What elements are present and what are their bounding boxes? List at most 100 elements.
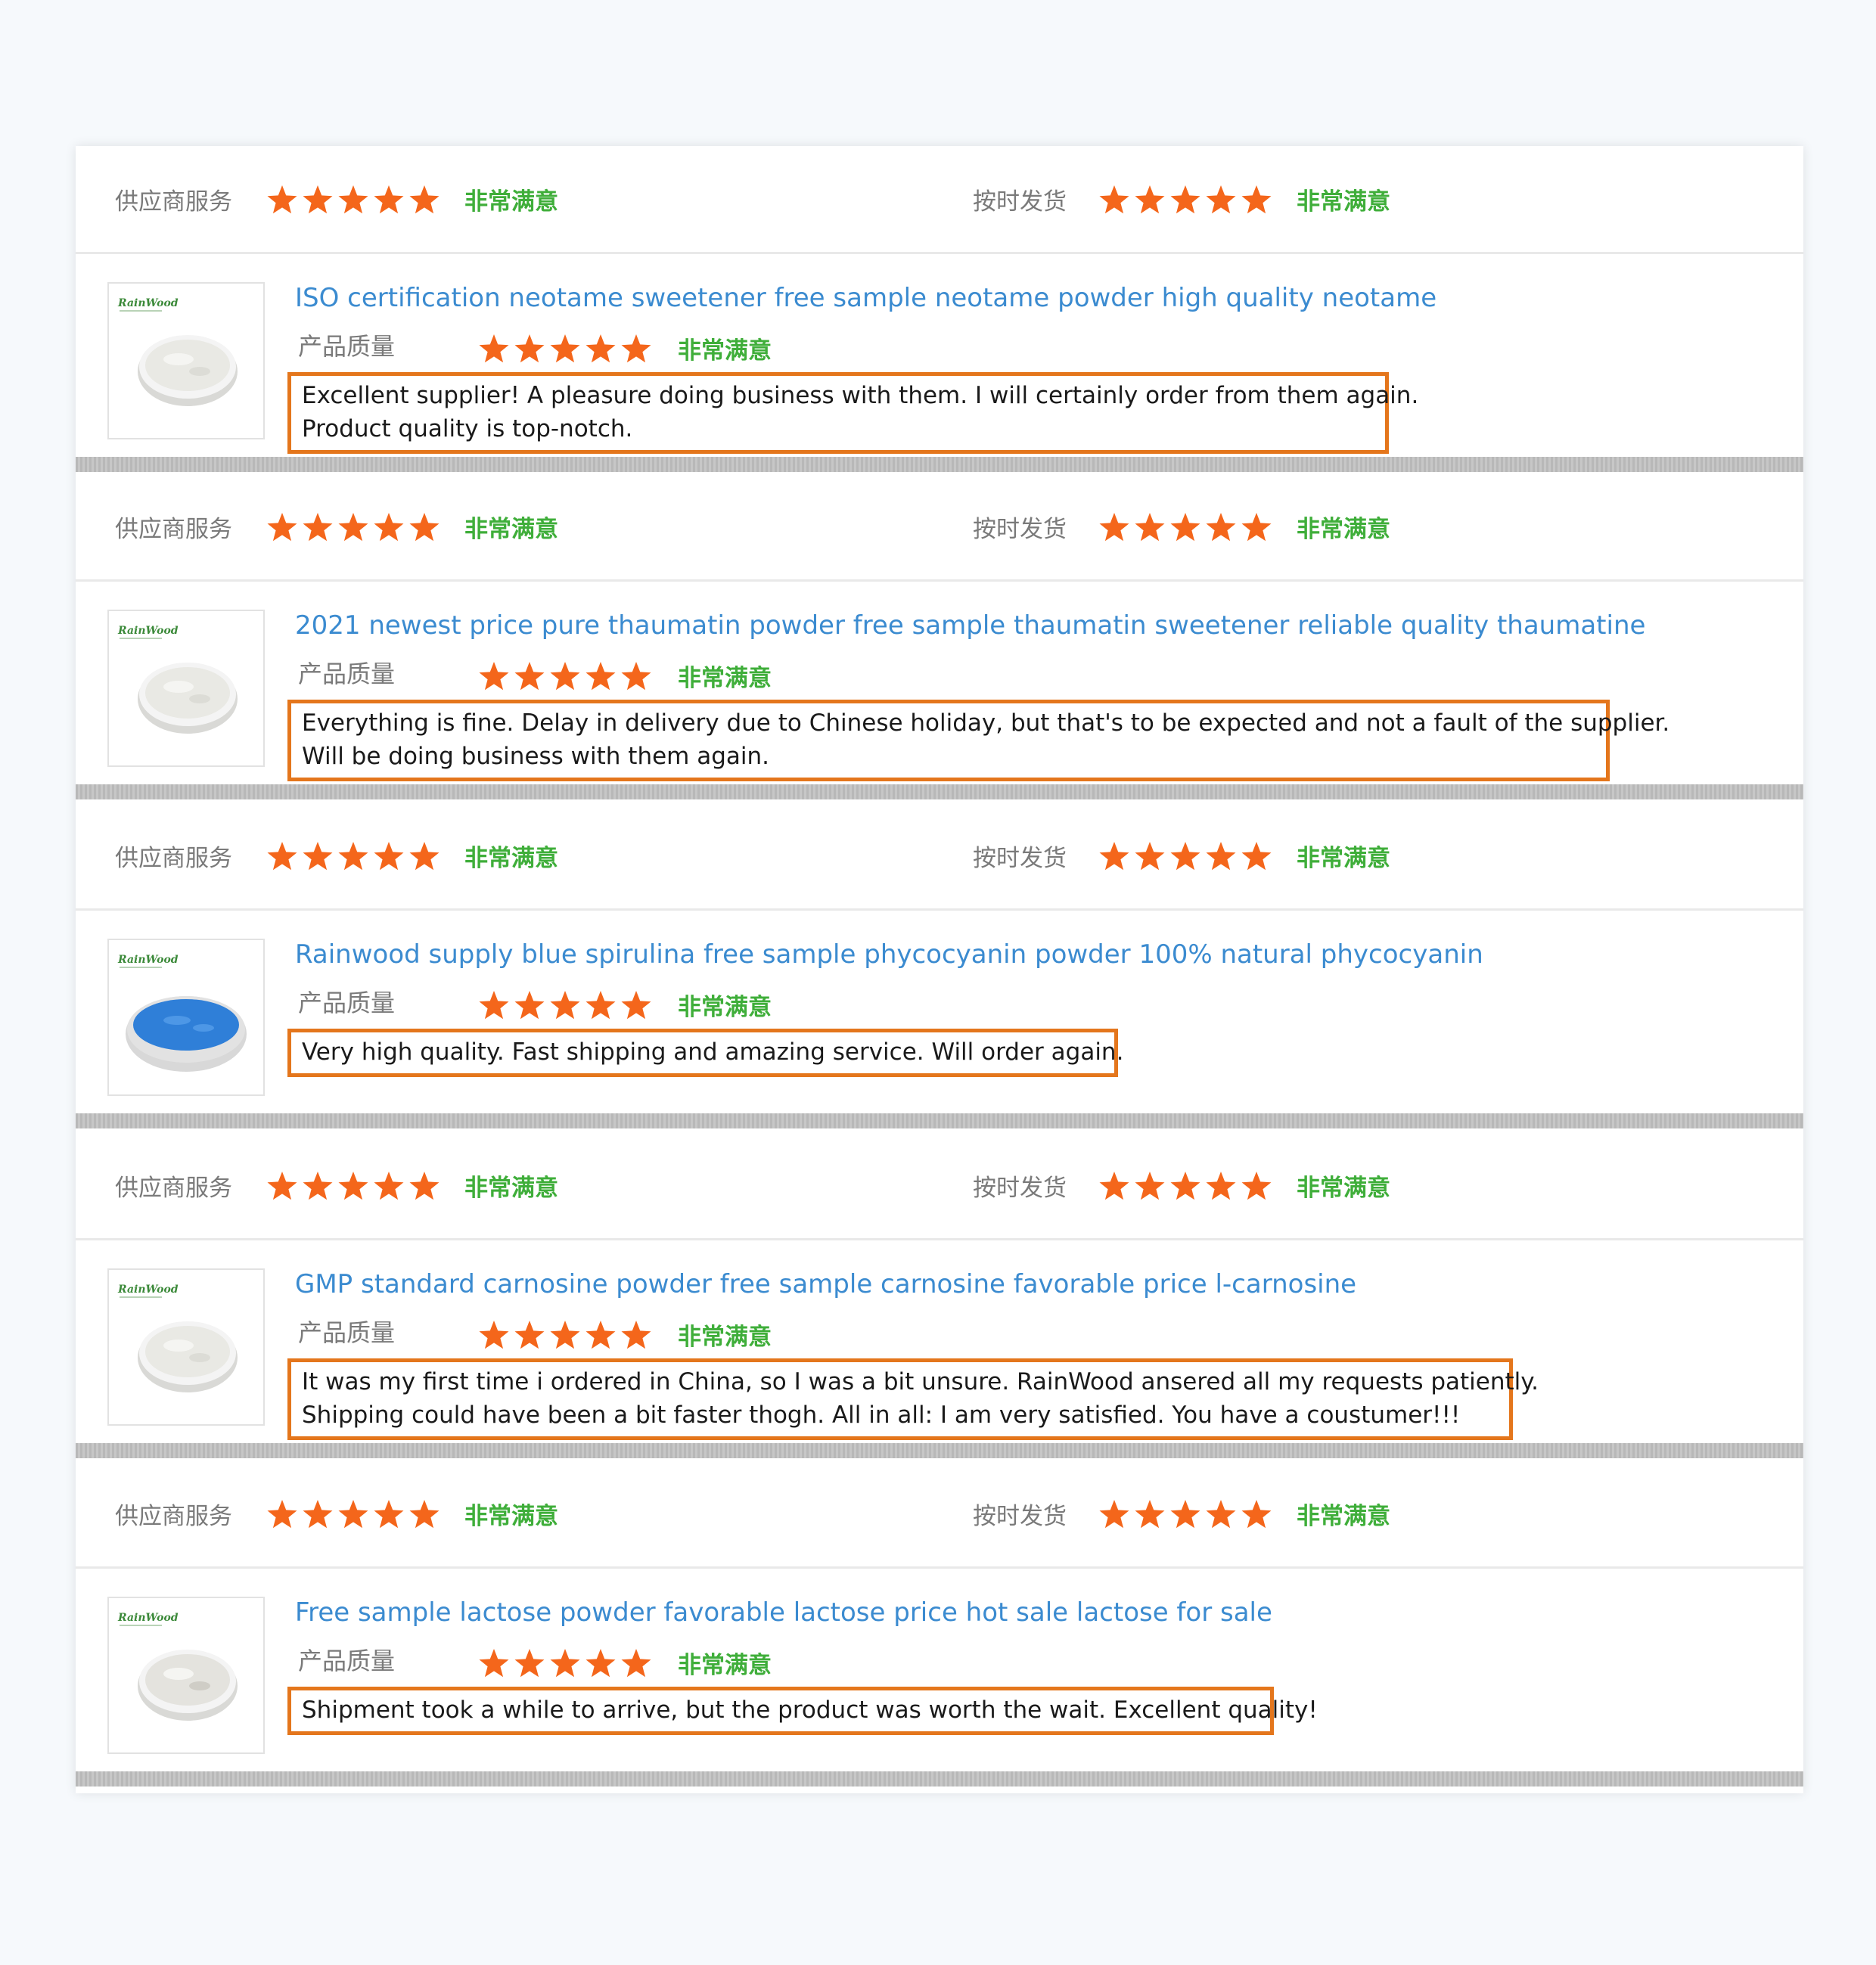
product-thumbnail[interactable]: RainWood — [107, 1597, 265, 1754]
star-icon — [1241, 840, 1276, 875]
star-icon — [1205, 1170, 1241, 1205]
star-icon — [549, 660, 585, 695]
section-divider — [76, 1113, 1803, 1128]
star-icon — [1205, 840, 1241, 875]
star-icon — [266, 511, 302, 546]
star-icon — [408, 184, 444, 219]
review-comment-line: Shipping could have been a bit faster th… — [302, 1402, 1461, 1429]
star-icon — [266, 184, 302, 219]
review-comment-line: Everything is fine. Delay in delivery du… — [302, 709, 1670, 737]
on-time-delivery-rating-text: 非常满意 — [1297, 845, 1390, 872]
product-title-link[interactable]: GMP standard carnosine powder free sampl… — [295, 1268, 1356, 1301]
star-icon — [1205, 184, 1241, 219]
product-row: RainWood Free sample lactose powder favor… — [76, 1569, 1803, 1771]
review-comment-line: Will be doing business with them again. — [302, 743, 770, 770]
star-icon — [373, 840, 408, 875]
star-icon — [408, 511, 444, 546]
star-icon — [585, 333, 620, 368]
brand-logo: RainWood — [117, 1612, 179, 1624]
review-card: 供应商服务 非常满意 按时发货 非常满意 RainWood 2021 newest pri… — [76, 473, 1803, 802]
star-rating — [266, 840, 444, 875]
ratings-row: 供应商服务 非常满意 按时发货 非常满意 — [76, 802, 1803, 911]
on-time-delivery-rating-text: 非常满意 — [1297, 516, 1390, 543]
review-card: 供应商服务 非常满意 按时发货 非常满意 RainWood Free sample lac… — [76, 1461, 1803, 1790]
product-title-link[interactable]: 2021 newest price pure thaumatin powder … — [295, 609, 1645, 642]
product-title-link[interactable]: Rainwood supply blue spirulina free samp… — [295, 938, 1483, 971]
brand-logo: RainWood — [117, 954, 179, 966]
star-icon — [302, 840, 337, 875]
star-icon — [266, 840, 302, 875]
star-icon — [1205, 1498, 1241, 1533]
product-row: RainWood GMP standard carnosine powder fr… — [76, 1240, 1803, 1443]
star-icon — [373, 1498, 408, 1533]
star-icon — [1098, 511, 1134, 546]
star-icon — [337, 840, 373, 875]
product-quality-label: 产品质量 — [298, 332, 396, 361]
star-icon — [1241, 511, 1276, 546]
section-divider — [76, 1771, 1803, 1787]
star-icon — [620, 989, 656, 1024]
star-icon — [266, 1498, 302, 1533]
star-icon — [478, 989, 514, 1024]
product-thumbnail[interactable]: RainWood — [107, 610, 265, 767]
star-rating — [1098, 1498, 1276, 1533]
star-icon — [1169, 1498, 1205, 1533]
review-comment-highlight: Excellent supplier! A pleasure doing bus… — [287, 372, 1419, 454]
on-time-delivery-rating-text: 非常满意 — [1297, 188, 1390, 216]
star-icon — [585, 1647, 620, 1682]
star-icon — [620, 1319, 656, 1354]
star-icon — [302, 511, 337, 546]
star-icon — [478, 333, 514, 368]
star-rating — [266, 184, 444, 219]
product-title-link[interactable]: ISO certification neotame sweetener free… — [295, 281, 1437, 315]
star-icon — [373, 511, 408, 546]
review-card: 供应商服务 非常满意 按时发货 非常满意 RainWood GMP standard ca… — [76, 1132, 1803, 1461]
product-thumbnail[interactable]: RainWood — [107, 939, 265, 1096]
section-divider — [76, 457, 1803, 472]
star-icon — [1169, 840, 1205, 875]
review-comment-highlight: Everything is fine. Delay in delivery du… — [287, 700, 1670, 781]
star-icon — [1098, 840, 1134, 875]
star-icon — [478, 1319, 514, 1354]
star-icon — [1098, 1170, 1134, 1205]
star-icon — [514, 660, 549, 695]
star-icon — [514, 1319, 549, 1354]
star-icon — [373, 184, 408, 219]
ratings-row: 供应商服务 非常满意 按时发货 非常满意 — [76, 473, 1803, 582]
star-rating — [478, 1647, 656, 1682]
star-icon — [337, 511, 373, 546]
star-rating — [266, 511, 444, 546]
star-icon — [408, 840, 444, 875]
product-quality-rating-text: 非常满意 — [678, 337, 772, 365]
review-comment-line: It was my first time i ordered in China,… — [302, 1368, 1539, 1395]
star-rating — [478, 1319, 656, 1354]
star-icon — [1098, 184, 1134, 219]
review-comment-highlight: It was my first time i ordered in China,… — [287, 1358, 1539, 1440]
review-comment-highlight: Shipment took a while to arrive, but the… — [287, 1687, 1318, 1735]
star-icon — [514, 333, 549, 368]
star-icon — [585, 660, 620, 695]
star-icon — [478, 1647, 514, 1682]
star-rating — [478, 989, 656, 1024]
product-title-link[interactable]: Free sample lactose powder favorable lac… — [295, 1596, 1272, 1629]
supplier-service-rating-text: 非常满意 — [464, 516, 558, 543]
section-divider — [76, 1443, 1803, 1458]
ratings-row: 供应商服务 非常满意 按时发货 非常满意 — [76, 1132, 1803, 1240]
supplier-service-rating-text: 非常满意 — [464, 1175, 558, 1202]
on-time-delivery-label: 按时发货 — [973, 1503, 1067, 1530]
star-icon — [1169, 511, 1205, 546]
star-icon — [549, 1647, 585, 1682]
star-icon — [514, 1647, 549, 1682]
star-icon — [585, 1319, 620, 1354]
star-rating — [1098, 1170, 1276, 1205]
star-icon — [337, 1170, 373, 1205]
supplier-service-rating-text: 非常满意 — [464, 188, 558, 216]
product-quality-rating-text: 非常满意 — [678, 665, 772, 692]
supplier-service-rating-text: 非常满意 — [464, 1503, 558, 1530]
on-time-delivery-rating-text: 非常满意 — [1297, 1175, 1390, 1202]
supplier-service-label: 供应商服务 — [115, 845, 232, 872]
product-thumbnail[interactable]: RainWood — [107, 1268, 265, 1426]
product-thumbnail[interactable]: RainWood — [107, 282, 265, 439]
review-comment-line: Excellent supplier! A pleasure doing bus… — [302, 382, 1419, 409]
product-row: RainWood ISO certification neotame sweete… — [76, 254, 1803, 457]
